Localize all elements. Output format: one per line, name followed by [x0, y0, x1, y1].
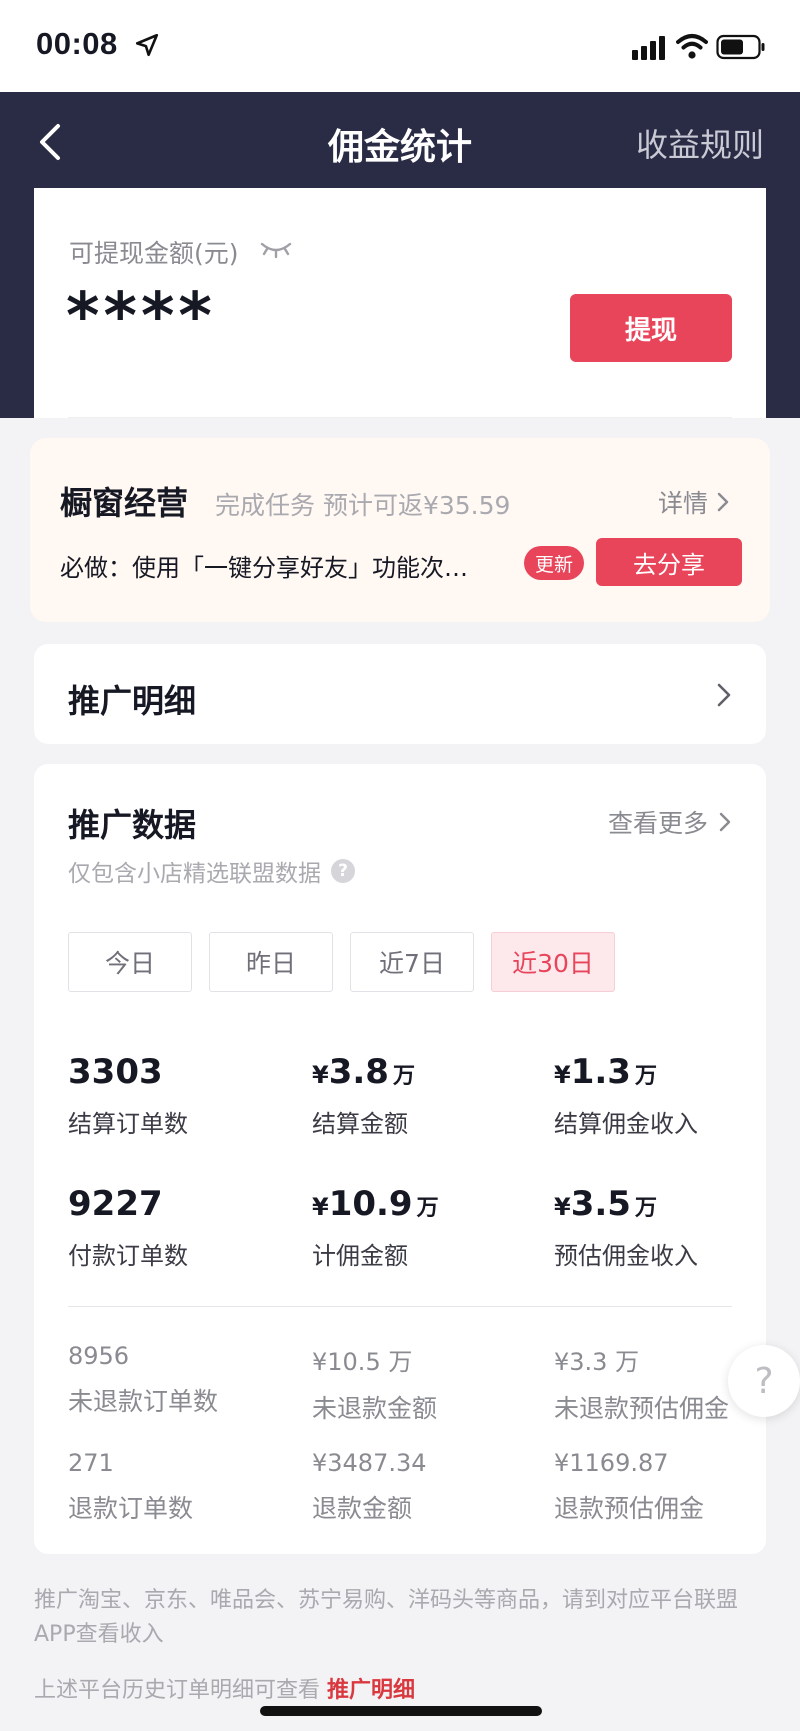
wifi-icon: [676, 34, 708, 59]
tab-today[interactable]: 今日: [68, 932, 192, 992]
metric-value: ¥10.9 万: [312, 1184, 439, 1224]
submetric-label: 未退款订单数: [68, 1387, 219, 1416]
battery-icon: [716, 34, 765, 60]
metric-paid-orders: 9227 付款订单数: [68, 1184, 188, 1271]
rules-link[interactable]: 收益规则: [636, 120, 764, 166]
view-more-label: 查看更多: [607, 809, 708, 838]
submetric-value: ¥10.5 万: [312, 1348, 413, 1376]
help-icon[interactable]: ?: [331, 859, 355, 883]
task-title: 橱窗经营: [60, 484, 189, 522]
submetric-value: ¥1169.87: [554, 1449, 669, 1477]
promo-data-card: 推广数据 查看更多 仅包含小店精选联盟数据 ? 今日 昨日 近7日 近30日 3…: [34, 764, 766, 1554]
promo-detail-label: 推广明细: [68, 682, 197, 720]
metric-settled-amount: ¥3.8 万 结算金额: [312, 1052, 415, 1139]
metric-value: ¥1.3 万: [554, 1052, 657, 1092]
data-note: 仅包含小店精选联盟数据 ?: [68, 854, 355, 888]
balance-label: 可提现金额(元): [69, 239, 239, 268]
submetric-value: 8956: [68, 1342, 130, 1370]
status-time: 00:08: [36, 26, 118, 61]
metric-value: ¥3.8 万: [312, 1052, 415, 1092]
submetric-refunded-amount: ¥3487.34 退款金额: [312, 1449, 427, 1525]
submetric-unrefunded-commission: ¥3.3 万 未退款预估佣金: [554, 1342, 729, 1425]
submetric-label: 退款预估佣金: [554, 1494, 705, 1523]
metric-estimated-commission: ¥3.5 万 预估佣金收入: [554, 1184, 698, 1271]
task-detail-label: 详情: [657, 489, 708, 518]
submetric-refunded-orders: 271 退款订单数: [68, 1449, 193, 1525]
submetric-label: 未退款预估佣金: [554, 1394, 730, 1423]
submetric-refunded-commission: ¥1169.87 退款预估佣金: [554, 1449, 704, 1525]
metric-settled-orders: 3303 结算订单数: [68, 1052, 188, 1139]
balance-card: 可提现金额(元) **** 提现: [34, 188, 766, 418]
submetric-unrefunded-orders: 8956 未退款订单数: [68, 1342, 218, 1418]
submetric-label: 未退款金额: [312, 1394, 438, 1423]
task-detail-link[interactable]: 详情: [658, 484, 730, 520]
submetric-unrefunded-amount: ¥10.5 万 未退款金额: [312, 1342, 437, 1425]
help-float-button[interactable]: ?: [728, 1345, 800, 1417]
metric-label: 结算佣金收入: [554, 1110, 698, 1138]
submetric-label: 退款金额: [312, 1494, 413, 1523]
metric-label: 计佣金额: [312, 1242, 408, 1270]
submetric-value: ¥3487.34: [312, 1449, 427, 1477]
task-description: 必做：使用「一键分享好友」功能次…: [60, 554, 468, 582]
footer-promo-detail-link[interactable]: 推广明细: [327, 1678, 415, 1703]
metric-label: 结算订单数: [68, 1110, 188, 1138]
withdraw-button[interactable]: 提现: [570, 294, 732, 362]
metric-label: 付款订单数: [68, 1242, 188, 1270]
submetric-label: 退款订单数: [68, 1494, 194, 1523]
tab-7-days[interactable]: 近7日: [350, 932, 474, 992]
metric-value: ¥3.5 万: [554, 1184, 657, 1224]
share-button[interactable]: 去分享: [596, 538, 742, 586]
eye-closed-icon[interactable]: [259, 236, 293, 260]
tab-yesterday[interactable]: 昨日: [209, 932, 333, 992]
submetric-value: ¥3.3 万: [554, 1348, 640, 1376]
metric-label: 结算金额: [312, 1110, 408, 1138]
chevron-right-icon: [719, 812, 731, 832]
update-badge: 更新: [524, 546, 585, 580]
chevron-right-icon: [717, 683, 731, 707]
location-arrow-icon: [135, 33, 159, 57]
metric-label: 预估佣金收入: [554, 1242, 698, 1270]
metric-commissionable-amount: ¥10.9 万 计佣金额: [312, 1184, 439, 1271]
status-bar: 00:08: [0, 0, 800, 92]
metric-value: 3303: [68, 1052, 163, 1092]
view-more-link[interactable]: 查看更多: [608, 804, 732, 840]
home-indicator[interactable]: [260, 1706, 542, 1716]
divider: [68, 1306, 732, 1307]
metric-settled-commission: ¥1.3 万 结算佣金收入: [554, 1052, 698, 1139]
promo-data-title: 推广数据: [68, 806, 197, 844]
submetric-value: 271: [68, 1449, 114, 1477]
promo-detail-row[interactable]: 推广明细: [34, 644, 766, 744]
footer-note: 推广淘宝、京东、唯品会、苏宁易购、洋码头等商品，请到对应平台联盟APP查看收入: [34, 1588, 739, 1647]
chevron-right-icon: [717, 492, 729, 512]
balance-value: ****: [66, 280, 216, 354]
tab-30-days[interactable]: 近30日: [491, 932, 615, 992]
footer-history: 上述平台历史订单明细可查看 推广明细: [34, 1672, 415, 1704]
signal-icon: [632, 36, 665, 60]
metric-value: 9227: [68, 1184, 163, 1224]
data-note-text: 仅包含小店精选联盟数据: [68, 861, 321, 887]
divider: [68, 417, 732, 418]
task-subtitle: 完成任务 预计可返¥35.59: [215, 491, 511, 520]
help-icon: ?: [754, 1360, 774, 1402]
footer-history-text: 上述平台历史订单明细可查看: [34, 1678, 321, 1703]
task-card: 橱窗经营 完成任务 预计可返¥35.59 详情 必做：使用「一键分享好友」功能次…: [30, 438, 770, 622]
